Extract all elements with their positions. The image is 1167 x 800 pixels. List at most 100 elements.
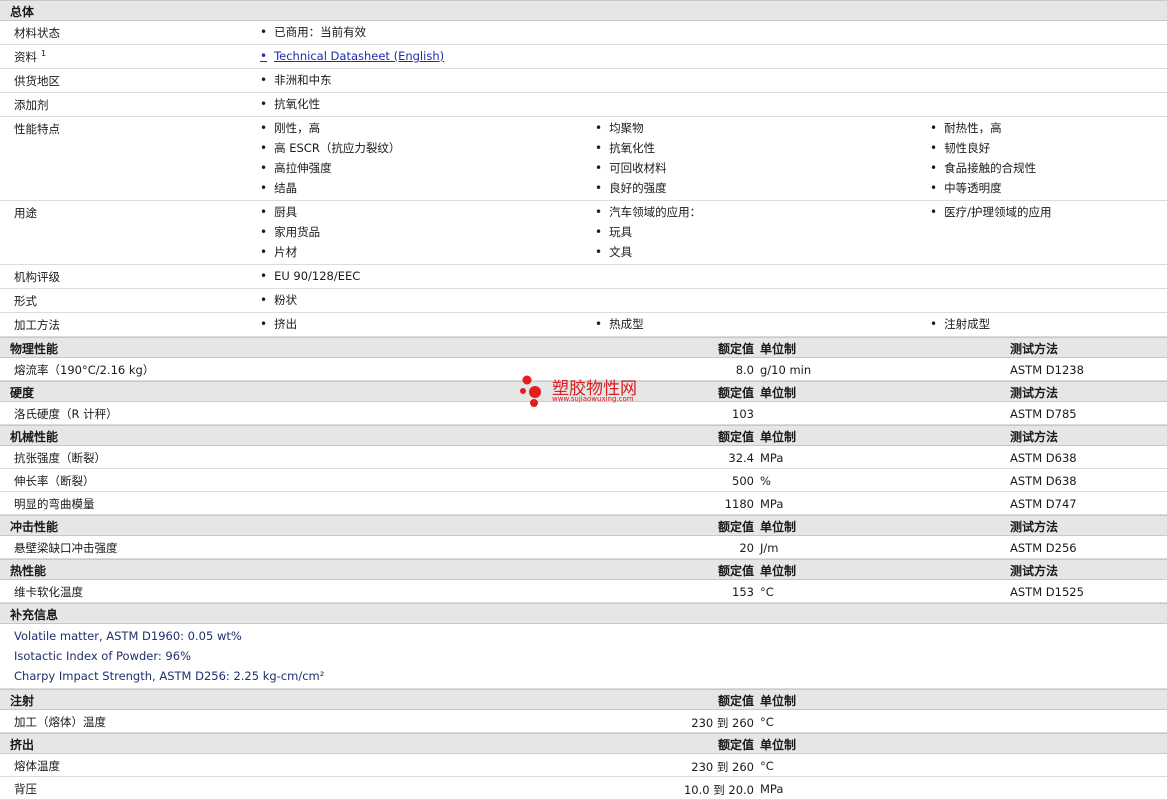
header-value: 额定值 [717,430,754,444]
bullet-item: 粉状 [260,293,297,313]
bullet-item: 结晶 [260,181,400,201]
bullet-column: 已商用：当前有效 [260,25,366,45]
section-title: 总体 [10,5,35,19]
property-test-method: ASTM D256 [1010,541,1077,555]
bullet-item: 厨具 [260,205,320,225]
general-row: 形式 粉状 [0,289,1167,313]
section-title: 硬度 [10,386,35,400]
header-unit: 单位制 [760,386,797,400]
row-label-text: 添加剂 [14,98,49,112]
bullet-item: 已商用：当前有效 [260,25,366,45]
supplement-notes: Volatile matter, ASTM D1960: 0.05 wt% Iso… [0,624,1167,689]
row-label: 资料 1 [14,49,46,65]
bullet-item: 医疗/护理领域的应用 [930,205,1051,225]
property-value: 20 [739,541,754,555]
row-label-text: 加工方法 [14,318,60,332]
header-unit: 单位制 [760,430,797,444]
bullet-item: 注射成型 [930,317,990,337]
property-row: 背压 10.0 到 20.0 MPa [0,777,1167,800]
property-unit: % [760,474,771,488]
row-label: 添加剂 [14,97,49,113]
general-row: 机构评级 EU 90/128/EEC [0,265,1167,289]
bullet-column: 均聚物抗氧化性可回收材料良好的强度 [595,121,667,201]
property-unit: °C [760,585,774,599]
property-test-method: ASTM D785 [1010,407,1077,421]
property-test-method: ASTM D638 [1010,474,1077,488]
row-label-text: 性能特点 [14,122,60,136]
footnote-marker: 1 [41,49,47,58]
bullet-item: 汽车领域的应用： [595,205,701,225]
row-label: 性能特点 [14,121,60,137]
section-title: 挤出 [10,738,35,752]
header-value: 额定值 [717,694,754,708]
section-header: 物理性能 额定值 单位制 测试方法 [0,337,1167,358]
section-header: 挤出 额定值 单位制 [0,733,1167,754]
bullet-item: 文具 [595,245,701,265]
bullet-item: 食品接触的合规性 [930,161,1036,181]
bullet-item: 片材 [260,245,320,265]
section-title: 机械性能 [10,430,59,444]
property-row: 熔体温度 230 到 260 °C [0,754,1167,777]
property-unit: g/10 min [760,363,812,377]
property-row: 明显的弯曲模量 1180 MPa ASTM D747 [0,492,1167,515]
section-title: 冲击性能 [10,520,59,534]
bullet-item: 热成型 [595,317,644,337]
property-value: 153 [732,585,754,599]
row-label-text: 机构评级 [14,270,60,284]
datasheet-link[interactable]: Technical Datasheet (English) [260,49,444,69]
section-header: 冲击性能 额定值 单位制 测试方法 [0,515,1167,536]
property-name: 熔体温度 [14,759,60,773]
property-test-method: ASTM D638 [1010,451,1077,465]
supplement-note: Charpy Impact Strength, ASTM D256: 2.25 … [14,669,325,683]
property-unit: J/m [760,541,779,555]
property-value: 8.0 [735,363,754,377]
bullet-column: 粉状 [260,293,297,313]
property-row: 抗张强度（断裂） 32.4 MPa ASTM D638 [0,446,1167,469]
property-name: 抗张强度（断裂） [14,451,106,465]
property-unit: MPa [760,497,784,511]
bullet-item: 玩具 [595,225,701,245]
general-row: 资料 1 Technical Datasheet (English) [0,45,1167,69]
row-label: 供货地区 [14,73,60,89]
bullet-column: 医疗/护理领域的应用 [930,205,1051,225]
bullet-column: 耐热性，高韧性良好食品接触的合规性中等透明度 [930,121,1036,201]
bullet-column: 汽车领域的应用：玩具文具 [595,205,701,265]
bullet-column: 刚性，高高 ESCR（抗应力裂纹）高拉伸强度结晶 [260,121,400,201]
property-name: 加工（熔体）温度 [14,715,106,729]
section-header: 总体 [0,0,1167,21]
property-name: 洛氏硬度（R 计秤） [14,407,118,421]
property-row: 悬壁梁缺口冲击强度 20 J/m ASTM D256 [0,536,1167,559]
watermark-url: www.sujiaowuxing.com [552,395,634,403]
property-name: 熔流率（190°C/2.16 kg） [14,363,155,377]
bullet-item: 非洲和中东 [260,73,332,93]
row-label: 机构评级 [14,269,60,285]
bullet-column: 抗氧化性 [260,97,320,117]
property-value: 32.4 [728,451,754,465]
bullet-item: 抗氧化性 [595,141,667,161]
property-row: 伸长率（断裂） 500% ASTM D638 [0,469,1167,492]
supplement-note: Volatile matter, ASTM D1960: 0.05 wt% [14,629,242,643]
header-unit: 单位制 [760,738,797,752]
row-label-text: 供货地区 [14,74,60,88]
property-test-method: ASTM D747 [1010,497,1077,511]
bullet-column: 挤出 [260,317,297,337]
bullet-item: 均聚物 [595,121,667,141]
bullet-item: EU 90/128/EEC [260,269,360,289]
property-row: 维卡软化温度 153 °C ASTM D1525 [0,580,1167,603]
property-test-method: ASTM D1238 [1010,363,1084,377]
row-label-text: 材料状态 [14,26,60,40]
bullet-item: 高 ESCR（抗应力裂纹） [260,141,400,161]
general-row: 添加剂 抗氧化性 [0,93,1167,117]
bullet-column: 热成型 [595,317,644,337]
bullet-item: 家用货品 [260,225,320,245]
property-unit: MPa [760,451,784,465]
property-value: 103 [732,407,754,421]
row-label-text: 资料 [14,50,37,64]
property-unit: °C [760,759,774,773]
row-label: 材料状态 [14,25,60,41]
property-test-method: ASTM D1525 [1010,585,1084,599]
property-value: 10.0 到 20.0 [683,783,754,797]
section-header: 注射 额定值 单位制 [0,689,1167,710]
property-name: 维卡软化温度 [14,585,83,599]
bullet-column: 非洲和中东 [260,73,332,93]
